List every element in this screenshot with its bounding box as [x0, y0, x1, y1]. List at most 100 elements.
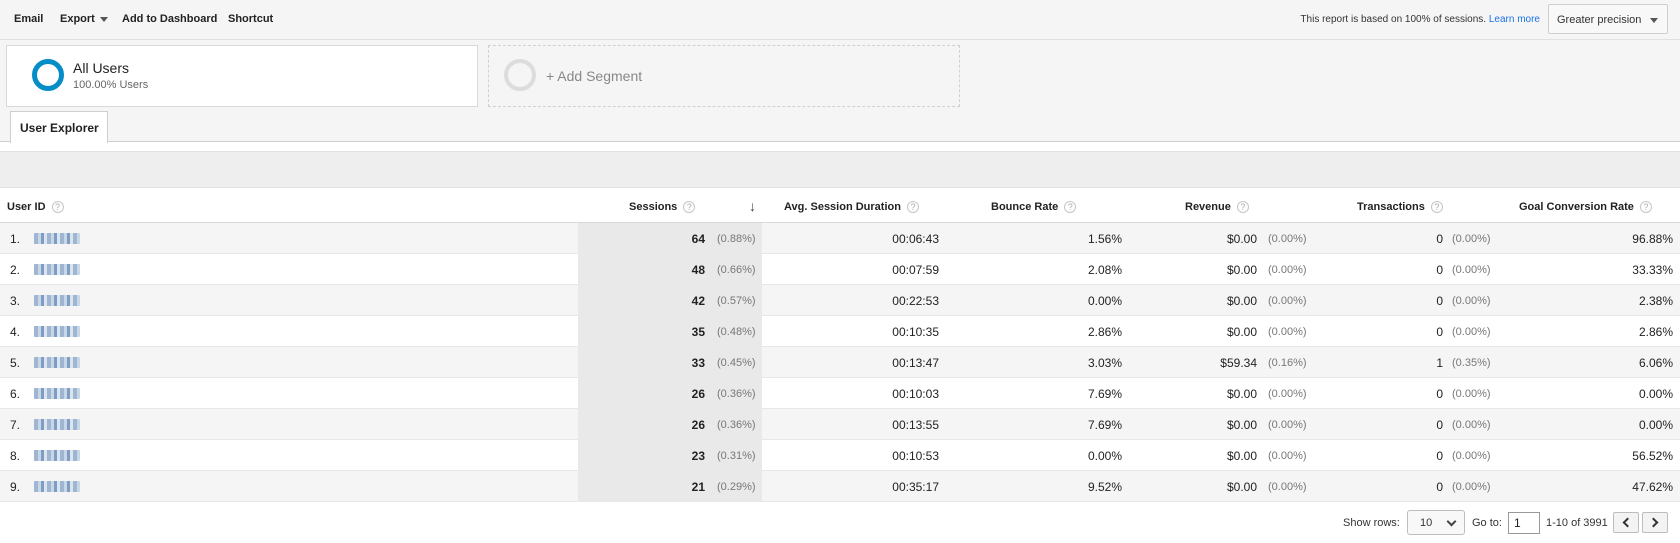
- revenue-value: $0.00: [1226, 480, 1257, 494]
- tab-user-explorer[interactable]: User Explorer: [10, 111, 108, 143]
- sessions-value: 42: [691, 294, 705, 308]
- transactions-percent: (0.00%): [1452, 388, 1491, 400]
- sessions-percent: (0.66%): [717, 264, 756, 276]
- revenue-percent: (0.00%): [1268, 450, 1307, 462]
- col-sessions[interactable]: Sessions?: [629, 201, 696, 214]
- bounce-value: 1.56%: [1087, 232, 1122, 246]
- table-row: 7. 26 (0.36%) 00:13:55 7.69% $0.00 (0.00…: [0, 409, 1680, 440]
- bounce-value: 2.86%: [1087, 325, 1122, 339]
- email-button[interactable]: Email: [14, 13, 43, 25]
- table-controls-bar: [0, 151, 1680, 188]
- help-icon[interactable]: ?: [51, 201, 64, 214]
- help-icon[interactable]: ?: [1430, 201, 1443, 214]
- bounce-value: 2.08%: [1087, 263, 1122, 277]
- goal-value: 2.86%: [1638, 325, 1673, 339]
- redacted-user-id[interactable]: [34, 450, 80, 461]
- caret-down-icon: [1650, 18, 1658, 23]
- next-page-button[interactable]: [1642, 512, 1668, 533]
- add-to-dashboard-button[interactable]: Add to Dashboard: [122, 13, 217, 25]
- duration-value: 00:22:53: [892, 294, 939, 308]
- bounce-value: 9.52%: [1087, 480, 1122, 494]
- sessions-percent: (0.36%): [717, 419, 756, 431]
- sessions-percent: (0.57%): [717, 295, 756, 307]
- export-button[interactable]: Export: [60, 13, 108, 25]
- revenue-percent: (0.00%): [1268, 295, 1307, 307]
- goal-value: 2.38%: [1638, 294, 1673, 308]
- sessions-percent: (0.88%): [717, 233, 756, 245]
- col-revenue[interactable]: Revenue?: [1185, 201, 1249, 214]
- sort-descending-icon[interactable]: ↓: [749, 198, 756, 214]
- col-goal-conversion-rate[interactable]: Goal Conversion Rate?: [1519, 201, 1652, 214]
- transactions-value: 0: [1436, 325, 1443, 339]
- shortcut-button[interactable]: Shortcut: [228, 13, 273, 25]
- help-icon[interactable]: ?: [906, 201, 919, 214]
- redacted-user-id[interactable]: [34, 419, 80, 430]
- help-icon[interactable]: ?: [1639, 201, 1652, 214]
- row-index: 6.: [10, 387, 21, 401]
- learn-more-link[interactable]: Learn more: [1489, 14, 1540, 25]
- revenue-percent: (0.00%): [1268, 326, 1307, 338]
- col-transactions[interactable]: Transactions?: [1357, 201, 1443, 214]
- redacted-user-id[interactable]: [34, 481, 80, 492]
- col-bounce-rate[interactable]: Bounce Rate?: [991, 201, 1077, 214]
- duration-value: 00:35:17: [892, 480, 939, 494]
- table-row: 3. 42 (0.57%) 00:22:53 0.00% $0.00 (0.00…: [0, 285, 1680, 316]
- transactions-percent: (0.00%): [1452, 295, 1491, 307]
- redacted-user-id[interactable]: [34, 326, 80, 337]
- revenue-value: $0.00: [1226, 449, 1257, 463]
- redacted-user-id[interactable]: [34, 233, 80, 244]
- revenue-value: $0.00: [1226, 418, 1257, 432]
- row-index: 1.: [10, 232, 21, 246]
- transactions-value: 0: [1436, 232, 1443, 246]
- goal-value: 47.62%: [1632, 480, 1673, 494]
- revenue-percent: (0.00%): [1268, 419, 1307, 431]
- redacted-user-id[interactable]: [34, 295, 80, 306]
- revenue-value: $0.00: [1226, 263, 1257, 277]
- row-index: 2.: [10, 263, 21, 277]
- transactions-value: 0: [1436, 263, 1443, 277]
- duration-value: 00:13:55: [892, 418, 939, 432]
- row-index: 4.: [10, 325, 21, 339]
- goto-label: Go to:: [1472, 517, 1502, 529]
- bounce-value: 7.69%: [1087, 418, 1122, 432]
- help-icon[interactable]: ?: [1064, 201, 1077, 214]
- transactions-percent: (0.00%): [1452, 481, 1491, 493]
- page-range: 1-10 of 3991: [1546, 517, 1608, 529]
- redacted-user-id[interactable]: [34, 357, 80, 368]
- goal-value: 33.33%: [1632, 263, 1673, 277]
- show-rows-select[interactable]: 10: [1407, 510, 1465, 535]
- col-avg-session-duration[interactable]: Avg. Session Duration?: [784, 201, 919, 214]
- bounce-value: 0.00%: [1087, 449, 1122, 463]
- redacted-user-id[interactable]: [34, 388, 80, 399]
- table-row: 1. 64 (0.88%) 00:06:43 1.56% $0.00 (0.00…: [0, 223, 1680, 254]
- segment-all-users[interactable]: All Users 100.00% Users: [6, 45, 478, 107]
- help-icon[interactable]: ?: [1236, 201, 1249, 214]
- add-segment-button[interactable]: + Add Segment: [488, 45, 960, 107]
- sessions-value: 23: [691, 449, 705, 463]
- table-row: 8. 23 (0.31%) 00:10:53 0.00% $0.00 (0.00…: [0, 440, 1680, 471]
- goal-value: 0.00%: [1638, 387, 1673, 401]
- col-user-id[interactable]: User ID?: [7, 201, 64, 214]
- redacted-user-id[interactable]: [34, 264, 80, 275]
- segment-title: All Users: [73, 60, 130, 76]
- table-pagination: Show rows: 10 Go to: 1-10 of 3991: [0, 503, 1680, 543]
- bounce-value: 7.69%: [1087, 387, 1122, 401]
- precision-dropdown[interactable]: Greater precision: [1548, 4, 1668, 34]
- revenue-value: $0.00: [1226, 387, 1257, 401]
- duration-value: 00:10:03: [892, 387, 939, 401]
- col-revenue-label: Revenue: [1185, 201, 1231, 213]
- report-toolbar: Email Export Add to Dashboard Shortcut T…: [0, 0, 1680, 40]
- goto-page-input[interactable]: [1508, 512, 1540, 534]
- transactions-value: 0: [1436, 480, 1443, 494]
- sessions-value: 48: [691, 263, 705, 277]
- transactions-value: 0: [1436, 449, 1443, 463]
- transactions-percent: (0.00%): [1452, 419, 1491, 431]
- transactions-value: 0: [1436, 387, 1443, 401]
- table-row: 6. 26 (0.36%) 00:10:03 7.69% $0.00 (0.00…: [0, 378, 1680, 409]
- col-sessions-label: Sessions: [629, 201, 678, 213]
- previous-page-button[interactable]: [1613, 512, 1639, 533]
- revenue-percent: (0.00%): [1268, 233, 1307, 245]
- help-icon[interactable]: ?: [683, 201, 696, 214]
- export-label: Export: [60, 13, 95, 25]
- goal-value: 0.00%: [1638, 418, 1673, 432]
